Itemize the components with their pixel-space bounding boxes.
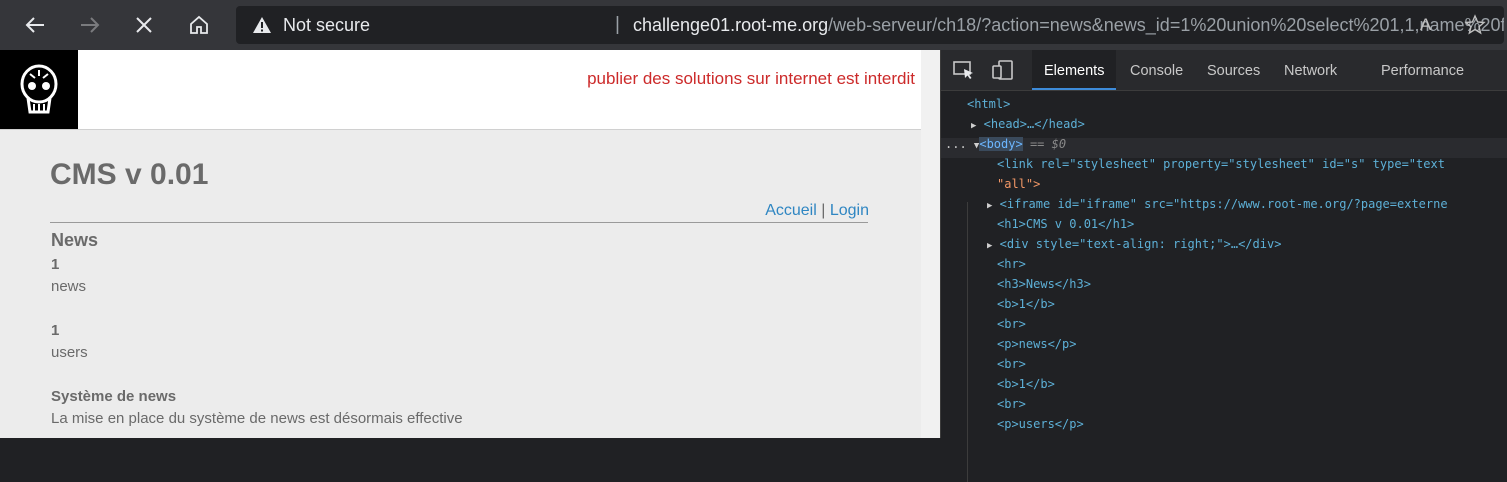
dom-node-html[interactable]: <html> xyxy=(967,94,1010,114)
stop-icon[interactable] xyxy=(126,7,162,43)
news-item-title: Système de news xyxy=(51,388,177,405)
read-aloud-icon[interactable]: A xyxy=(1420,15,1431,35)
dom-node-p[interactable]: <p>news</p> xyxy=(997,334,1076,354)
back-arrow-icon[interactable] xyxy=(17,7,53,43)
news-item-content: news xyxy=(51,278,87,295)
page-title: CMS v 0.01 xyxy=(50,158,209,191)
warning-icon[interactable] xyxy=(252,16,272,39)
dom-node-h3[interactable]: <h3>News</h3> xyxy=(997,274,1091,294)
inspect-element-icon[interactable] xyxy=(953,60,975,85)
dom-node-link-cont[interactable]: "all"> xyxy=(997,174,1040,194)
dom-node-br[interactable]: <br> xyxy=(997,394,1026,414)
home-icon[interactable] xyxy=(181,7,217,43)
news-item-title: 1 xyxy=(51,256,60,273)
address-bar[interactable]: Not secure | challenge01.root-me.org/web… xyxy=(236,6,1504,44)
dom-node-b[interactable]: <b>1</b> xyxy=(997,294,1055,314)
news-item: 1 news xyxy=(51,256,871,296)
forward-arrow-icon[interactable] xyxy=(72,7,108,43)
tab-performance[interactable]: Performance xyxy=(1381,50,1464,90)
device-toolbar-icon[interactable] xyxy=(992,60,1014,85)
security-label[interactable]: Not secure xyxy=(283,15,370,36)
dom-node-br[interactable]: <br> xyxy=(997,314,1026,334)
home-link[interactable]: Accueil xyxy=(765,202,817,219)
tab-sources[interactable]: Sources xyxy=(1207,50,1260,90)
star-icon[interactable] xyxy=(1464,14,1486,41)
dom-node-hr[interactable]: <hr> xyxy=(997,254,1026,274)
dom-node-h1[interactable]: <h1>CMS v 0.01</h1> xyxy=(997,214,1134,234)
page-header: publier des solutions sur internet est i… xyxy=(0,50,921,130)
tree-guide xyxy=(967,202,968,482)
news-item-content: users xyxy=(51,344,88,361)
page-viewport: publier des solutions sur internet est i… xyxy=(0,50,921,438)
login-link[interactable]: Login xyxy=(830,202,869,219)
url-text[interactable]: challenge01.root-me.org/web-serveur/ch18… xyxy=(633,15,1504,36)
devtools-tabbar: Elements Console Sources Network Perform… xyxy=(941,50,1507,91)
tab-network[interactable]: Network xyxy=(1284,50,1337,90)
dom-node-br[interactable]: <br> xyxy=(997,354,1026,374)
legal-warning: publier des solutions sur internet est i… xyxy=(587,69,915,88)
news-item-content: La mise en place du système de news est … xyxy=(51,410,463,427)
news-item: 1 users xyxy=(51,322,871,362)
dom-node-b[interactable]: <b>1</b> xyxy=(997,374,1055,394)
page-scrollbar[interactable] xyxy=(921,50,940,438)
dom-node-div[interactable]: ▶ <div style="text-align: right;">…</div… xyxy=(987,234,1281,254)
news-heading: News xyxy=(51,230,99,250)
dom-node-iframe[interactable]: ▶ <iframe id="iframe" src="https://www.r… xyxy=(987,194,1448,214)
dom-node-link[interactable]: <link rel="stylesheet" property="stylesh… xyxy=(997,154,1445,174)
top-nav: Accueil | Login xyxy=(765,202,869,220)
expand-triangle-icon[interactable]: ▶ xyxy=(971,121,976,131)
address-separator: | xyxy=(615,14,620,35)
expand-triangle-icon[interactable]: ▶ xyxy=(987,201,992,211)
dom-node-body[interactable]: ... ▼<body> == $0 xyxy=(945,134,1066,154)
expand-triangle-icon[interactable]: ▶ xyxy=(987,241,992,251)
dom-node-p[interactable]: <p>users</p> xyxy=(997,414,1084,434)
devtools-panel: Elements Console Sources Network Perform… xyxy=(940,50,1507,482)
tab-console[interactable]: Console xyxy=(1130,50,1183,90)
url-host: challenge01.root-me.org xyxy=(633,15,829,35)
url-path: /web-serveur/ch18/?action=news&news_id=1… xyxy=(828,15,1504,35)
tab-elements[interactable]: Elements xyxy=(1032,50,1117,90)
browser-toolbar: Not secure | challenge01.root-me.org/web… xyxy=(0,0,1507,50)
root-me-logo[interactable] xyxy=(0,50,78,129)
news-item: Système de news La mise en place du syst… xyxy=(51,388,871,428)
dom-node-head[interactable]: ▶ <head>…</head> xyxy=(971,114,1085,134)
nav-separator: | xyxy=(821,202,826,219)
news-list: 1 news 1 users Système de news La mise e… xyxy=(51,256,871,438)
news-item-title: 1 xyxy=(51,322,60,339)
divider xyxy=(50,222,868,223)
